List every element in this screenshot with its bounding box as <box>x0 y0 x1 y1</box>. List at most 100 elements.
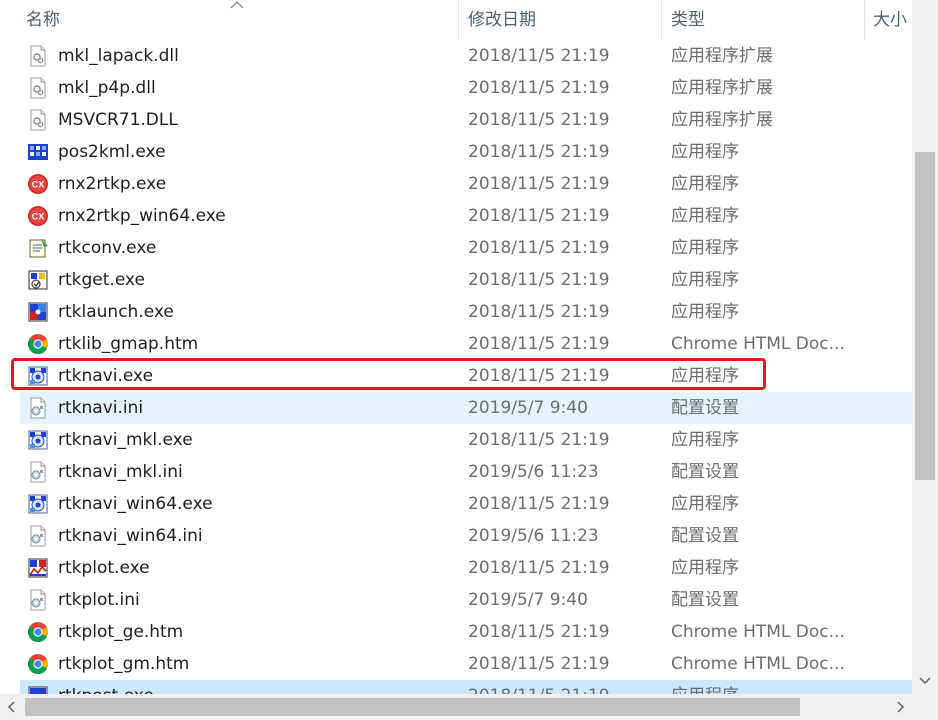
file-explorer-window: 名称 修改日期 类型 大小 mkl_lapack.dll 2018/11/5 21… <box>0 0 938 720</box>
file-modified-date: 2018/11/5 21:19 <box>468 302 610 322</box>
file-name: rtkplot_gm.htm <box>58 654 190 674</box>
file-modified-date: 2018/11/5 21:19 <box>468 46 610 66</box>
file-name: rtklaunch.exe <box>58 302 174 322</box>
file-row[interactable]: rtkget.exe 2018/11/5 21:19 应用程序 <box>20 264 912 296</box>
scrollbar-corner <box>912 694 938 720</box>
svg-text:CX: CX <box>32 180 45 190</box>
file-row[interactable]: rtknavi_mkl.ini 2019/5/6 11:23 配置设置 <box>20 456 912 488</box>
file-row[interactable]: mkl_lapack.dll 2018/11/5 21:19 应用程序扩展 <box>20 40 912 72</box>
scroll-down-arrow-icon[interactable] <box>917 672 933 688</box>
ini-file-icon <box>27 589 49 611</box>
file-row[interactable]: pos2kml.exe 2018/11/5 21:19 应用程序 <box>20 136 912 168</box>
vertical-scroll-thumb[interactable] <box>915 152 935 480</box>
file-modified-date: 2018/11/5 21:19 <box>468 174 610 194</box>
file-name: rtkplot_ge.htm <box>58 622 184 642</box>
file-row[interactable]: rtknavi_win64.ini 2019/5/6 11:23 配置设置 <box>20 520 912 552</box>
file-type: 应用程序 <box>671 302 739 322</box>
column-divider[interactable] <box>458 0 459 40</box>
file-name: rtknavi_win64.exe <box>58 494 213 514</box>
dll-file-icon <box>27 109 49 131</box>
file-name: rtknavi.ini <box>58 398 144 418</box>
file-modified-date: 2018/11/5 21:19 <box>468 622 610 642</box>
rtknavi-app-icon <box>27 429 49 451</box>
file-type: 应用程序 <box>671 142 739 162</box>
file-name: rtknavi_mkl.exe <box>58 430 193 450</box>
file-row[interactable]: rtknavi.exe 2018/11/5 21:19 应用程序 <box>20 360 912 392</box>
file-modified-date: 2018/11/5 21:19 <box>468 334 610 354</box>
file-row[interactable]: rtklaunch.exe 2018/11/5 21:19 应用程序 <box>20 296 912 328</box>
column-header-bar: 名称 修改日期 类型 大小 <box>0 0 912 40</box>
file-name: mkl_lapack.dll <box>58 46 179 66</box>
file-type: 应用程序 <box>671 366 739 386</box>
rtkpost-app-icon <box>27 685 49 694</box>
file-modified-date: 2018/11/5 21:19 <box>468 654 610 674</box>
file-modified-date: 2018/11/5 21:19 <box>468 78 610 98</box>
file-type: 应用程序扩展 <box>671 78 773 98</box>
file-modified-date: 2018/11/5 21:19 <box>468 238 610 258</box>
file-modified-date: 2019/5/6 11:23 <box>468 462 599 482</box>
file-name: mkl_p4p.dll <box>58 78 156 98</box>
rtknavi-app-icon <box>27 365 49 387</box>
scroll-left-arrow-icon[interactable] <box>4 699 20 715</box>
file-row[interactable]: rtklib_gmap.htm 2018/11/5 21:19 Chrome HTM… <box>20 328 912 360</box>
file-type: 应用程序 <box>671 430 739 450</box>
column-header-date[interactable]: 修改日期 <box>468 0 648 40</box>
pos2kml-app-icon <box>27 141 49 163</box>
ini-file-icon <box>27 397 49 419</box>
chrome-icon <box>27 621 49 643</box>
file-name: rtknavi_mkl.ini <box>58 462 183 482</box>
svg-text:CX: CX <box>32 212 45 222</box>
vertical-scrollbar[interactable] <box>912 0 938 694</box>
file-type: 应用程序扩展 <box>671 46 773 66</box>
file-modified-date: 2018/11/5 21:19 <box>468 558 610 578</box>
file-name: rtkplot.ini <box>58 590 140 610</box>
ini-file-icon <box>27 525 49 547</box>
column-header-name[interactable]: 名称 <box>26 0 446 40</box>
file-row[interactable]: rtkplot_gm.htm 2018/11/5 21:19 Chrome HTML… <box>20 648 912 680</box>
file-row[interactable]: CX rnx2rtkp_win64.exe 2018/11/5 21:19 应用程序 <box>20 200 912 232</box>
file-modified-date: 2018/11/5 21:19 <box>468 270 610 290</box>
file-name: rtknavi_win64.ini <box>58 526 203 546</box>
scroll-right-arrow-icon[interactable] <box>892 699 908 715</box>
file-row[interactable]: rtknavi.ini 2019/5/7 9:40 配置设置 <box>20 392 912 424</box>
rtkplot-app-icon <box>27 557 49 579</box>
cx-app-icon: CX <box>27 205 49 227</box>
file-type: 应用程序 <box>671 174 739 194</box>
file-name: rnx2rtkp.exe <box>58 174 167 194</box>
file-type: 应用程序 <box>671 494 739 514</box>
file-name: rtkget.exe <box>58 270 145 290</box>
file-type: 应用程序扩展 <box>671 110 773 130</box>
rtklaunch-app-icon <box>27 301 49 323</box>
file-row[interactable]: rtkplot.ini 2019/5/7 9:40 配置设置 <box>20 584 912 616</box>
file-modified-date: 2019/5/6 11:23 <box>468 526 599 546</box>
column-header-type[interactable]: 类型 <box>671 0 851 40</box>
file-row[interactable]: CX rnx2rtkp.exe 2018/11/5 21:19 应用程序 <box>20 168 912 200</box>
file-row[interactable]: rtkpost.exe 2018/11/5 21:19 应用程序 <box>20 680 912 694</box>
file-name: rtklib_gmap.htm <box>58 334 199 354</box>
horizontal-scrollbar[interactable] <box>0 694 912 720</box>
file-type: 应用程序 <box>671 558 739 578</box>
chrome-icon <box>27 333 49 355</box>
file-modified-date: 2018/11/5 21:19 <box>468 494 610 514</box>
file-type: Chrome HTML Doc... <box>671 654 845 674</box>
chrome-icon <box>27 653 49 675</box>
file-row[interactable]: rtknavi_win64.exe 2018/11/5 21:19 应用程序 <box>20 488 912 520</box>
file-type: 应用程序 <box>671 238 739 258</box>
file-type: 配置设置 <box>671 462 739 482</box>
file-row[interactable]: mkl_p4p.dll 2018/11/5 21:19 应用程序扩展 <box>20 72 912 104</box>
file-type: 应用程序 <box>671 270 739 290</box>
file-type: 应用程序 <box>671 206 739 226</box>
file-row[interactable]: rtkplot.exe 2018/11/5 21:19 应用程序 <box>20 552 912 584</box>
ini-file-icon <box>27 461 49 483</box>
column-header-size[interactable]: 大小 <box>873 0 912 40</box>
file-type: Chrome HTML Doc... <box>671 622 845 642</box>
column-divider[interactable] <box>661 0 662 40</box>
file-name: pos2kml.exe <box>58 142 166 162</box>
file-row[interactable]: rtknavi_mkl.exe 2018/11/5 21:19 应用程序 <box>20 424 912 456</box>
file-row[interactable]: MSVCR71.DLL 2018/11/5 21:19 应用程序扩展 <box>20 104 912 136</box>
horizontal-scroll-thumb[interactable] <box>25 698 800 716</box>
file-row[interactable]: rtkconv.exe 2018/11/5 21:19 应用程序 <box>20 232 912 264</box>
file-row[interactable]: rtkplot_ge.htm 2018/11/5 21:19 Chrome HTML… <box>20 616 912 648</box>
column-divider[interactable] <box>864 0 865 40</box>
file-name: rtkpost.exe <box>58 680 458 694</box>
